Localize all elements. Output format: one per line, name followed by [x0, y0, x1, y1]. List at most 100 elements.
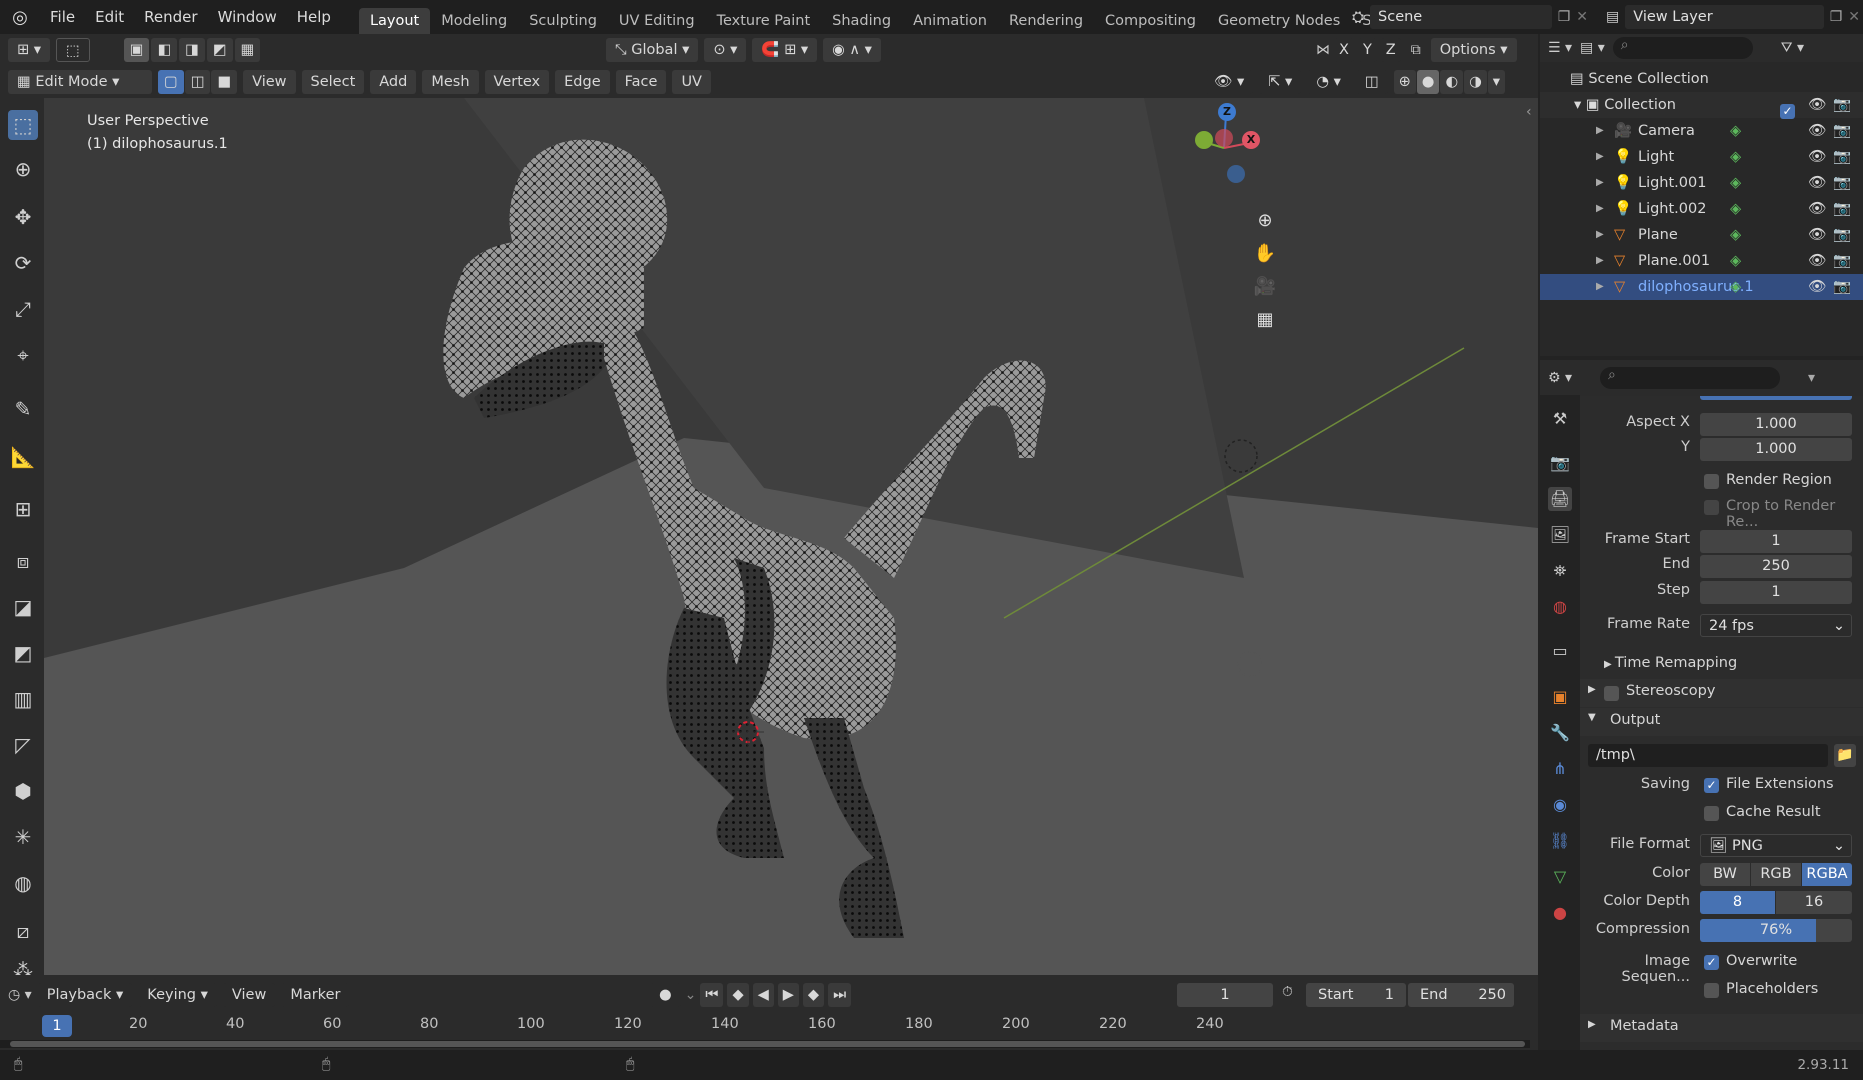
vertex-edge-face-select[interactable]: ▢ ◫ ■ — [158, 70, 238, 94]
expand-arrow-icon[interactable]: ▾ — [1574, 97, 1586, 113]
marker-menu[interactable]: Marker — [281, 983, 350, 1007]
expand-arrow-icon[interactable]: ▶ — [1596, 118, 1604, 144]
zoom-icon[interactable]: ⊕ — [1257, 210, 1272, 231]
rotate-tool-icon[interactable]: ⟳ — [8, 248, 38, 278]
scale-tool-icon[interactable]: ⤢ — [8, 294, 38, 324]
particles-tab-icon[interactable]: ⋔ — [1548, 757, 1572, 781]
render-camera-icon[interactable]: 📷 — [1833, 248, 1851, 274]
modifier-tab-icon[interactable]: 🔧 — [1548, 721, 1572, 745]
bevel-tool-icon[interactable]: ◩ — [8, 638, 38, 668]
keying-menu[interactable]: Keying ▾ — [138, 983, 217, 1007]
color-bw-button[interactable]: BW — [1700, 863, 1750, 886]
playhead[interactable]: 1 — [42, 1015, 72, 1037]
proportional-edit-icon[interactable]: ◉ ∧ ▾ — [823, 38, 881, 62]
transform-tool-icon[interactable]: ⌖ — [8, 340, 38, 370]
file-format-dropdown[interactable]: 🖼 PNG ⌄ — [1700, 834, 1852, 857]
compression-slider[interactable]: 76% — [1700, 919, 1852, 942]
mesh-data-icon[interactable]: ◈ — [1730, 274, 1741, 300]
close-scene-icon[interactable]: ✕ — [1576, 9, 1588, 25]
render-camera-icon[interactable]: 📷 — [1833, 196, 1851, 222]
menu-select[interactable]: Select — [301, 70, 365, 94]
resolution-percentage-field[interactable] — [1700, 396, 1852, 400]
output-path-input[interactable]: /tmp\ — [1588, 744, 1828, 767]
start-frame-field[interactable]: Start 1 — [1306, 983, 1406, 1007]
shading-modes[interactable]: ⊕ ● ◐ ◑ ▾ — [1393, 70, 1505, 94]
playback-menu[interactable]: Playback ▾ — [37, 983, 133, 1007]
copy-view-layer-icon[interactable]: ❐ — [1830, 9, 1843, 25]
menu-uv[interactable]: UV — [672, 70, 711, 94]
tab-uv-editing[interactable]: UV Editing — [608, 8, 706, 34]
color-depth-8-button[interactable]: 8 — [1700, 891, 1775, 914]
outliner-item[interactable]: ▶ 💡 Light.002 ◈ 👁 📷 — [1540, 196, 1863, 222]
visibility-eye-icon[interactable]: 👁 — [1808, 118, 1826, 144]
render-camera-icon[interactable]: 📷 — [1833, 92, 1851, 118]
play-icon[interactable]: ▶ — [777, 983, 799, 1007]
material-tab-icon[interactable]: ● — [1548, 901, 1572, 925]
cursor-tool-icon[interactable]: ⊕ — [8, 154, 38, 184]
visibility-eye-icon[interactable]: 👁 — [1808, 274, 1826, 300]
outliner-item[interactable]: ▶ 💡 Light ◈ 👁 📷 — [1540, 144, 1863, 170]
next-keyframe-icon[interactable]: ◆ — [802, 983, 825, 1007]
visibility-eye-icon[interactable]: 👁 — [1808, 248, 1826, 274]
timeline-scrollbar[interactable] — [0, 1040, 1530, 1048]
tab-geometry-nodes[interactable]: Geometry Nodes — [1207, 8, 1351, 34]
data-tab-icon[interactable]: ▽ — [1548, 865, 1572, 889]
visibility-eye-icon[interactable]: 👁 — [1808, 144, 1826, 170]
mirror-z-toggle[interactable]: Z — [1380, 38, 1401, 62]
menu-vertex[interactable]: Vertex — [484, 70, 550, 94]
color-rgba-button[interactable]: RGBA — [1802, 863, 1852, 886]
scene-collection-row[interactable]: ▤ Scene Collection — [1540, 66, 1863, 92]
mirror-icon[interactable]: ⋈ — [1316, 42, 1330, 58]
jump-start-icon[interactable]: ⏮ — [700, 983, 724, 1007]
render-tab-icon[interactable]: 📷 — [1548, 451, 1572, 475]
time-remapping-panel[interactable]: ▶ Time Remapping — [1604, 655, 1737, 671]
render-camera-icon[interactable]: 📷 — [1833, 274, 1851, 300]
ortho-grid-icon[interactable]: ▦ — [1256, 309, 1273, 330]
pan-hand-icon[interactable]: ✋ — [1254, 243, 1276, 264]
menu-window[interactable]: Window — [208, 0, 287, 34]
collection-tab-icon[interactable]: ▭ — [1548, 639, 1572, 663]
outliner-search-input[interactable]: ⌕ — [1612, 37, 1753, 59]
clock-icon[interactable]: ⏱ — [1282, 984, 1293, 1000]
poly-build-tool-icon[interactable]: ⬢ — [8, 776, 38, 806]
prev-keyframe-icon[interactable]: ◆ — [727, 983, 749, 1007]
camera-data-icon[interactable]: ◈ — [1730, 118, 1741, 144]
frame-start-field[interactable]: 1 — [1700, 530, 1852, 553]
frame-step-field[interactable]: 1 — [1700, 581, 1852, 604]
scene-name[interactable]: Scene — [1370, 5, 1552, 29]
mirror-y-toggle[interactable]: Y — [1357, 38, 1377, 62]
scene-selector[interactable]: ⛭ Scene ❐ ✕ — [1352, 4, 1588, 30]
render-camera-icon[interactable]: 📷 — [1833, 144, 1851, 170]
scene-tab-icon[interactable]: ⛯ — [1548, 559, 1572, 583]
outliner-item[interactable]: ▶ ▽ Plane.001 ◈ 👁 📷 — [1540, 248, 1863, 274]
view-layer-selector[interactable]: ▤ View Layer ❐ ✕ — [1606, 4, 1860, 30]
transform-orientation-dropdown[interactable]: ⤡ Global ▾ — [606, 38, 699, 62]
auto-merge-icon[interactable]: ⧉ — [1411, 42, 1421, 58]
menu-face[interactable]: Face — [615, 70, 667, 94]
cache-result-checkbox[interactable] — [1704, 806, 1719, 821]
mesh-data-icon[interactable]: ◈ — [1730, 248, 1741, 274]
loop-cut-tool-icon[interactable]: ▥ — [8, 684, 38, 714]
menu-add[interactable]: Add — [370, 70, 417, 94]
metadata-panel[interactable]: ▶ Metadata — [1580, 1014, 1863, 1042]
select-tool-icon[interactable]: ⬚ — [8, 110, 38, 140]
outliner-item[interactable]: ▶ 💡 Light.001 ◈ 👁 📷 — [1540, 170, 1863, 196]
extrude-tool-icon[interactable]: ⧈ — [8, 546, 38, 576]
end-frame-field[interactable]: End 250 — [1408, 983, 1514, 1007]
visibility-dropdown[interactable]: 👁 ▾ — [1205, 70, 1254, 94]
measure-tool-icon[interactable]: 📐 — [8, 442, 38, 472]
object-tab-icon[interactable]: ▣ — [1548, 685, 1572, 709]
play-reverse-icon[interactable]: ◀ — [752, 983, 774, 1007]
output-panel[interactable]: ▼ Output — [1580, 708, 1863, 736]
properties-search-input[interactable]: ⌕ — [1600, 367, 1781, 389]
output-tab-icon[interactable]: 🖨 — [1548, 487, 1572, 511]
view-layer-name[interactable]: View Layer — [1625, 5, 1824, 29]
filter-icon[interactable]: ⛛ ▾ — [1781, 40, 1804, 56]
tab-animation[interactable]: Animation — [902, 8, 998, 34]
select-box-icon[interactable]: ⬚ — [56, 38, 90, 62]
placeholders-checkbox[interactable] — [1704, 983, 1719, 998]
light-data-icon[interactable]: ◈ — [1730, 144, 1741, 170]
gizmo-toggle[interactable]: ⇱ ▾ — [1259, 70, 1302, 94]
move-tool-icon[interactable]: ✥ — [8, 202, 38, 232]
visibility-eye-icon[interactable]: 👁 — [1808, 92, 1826, 118]
